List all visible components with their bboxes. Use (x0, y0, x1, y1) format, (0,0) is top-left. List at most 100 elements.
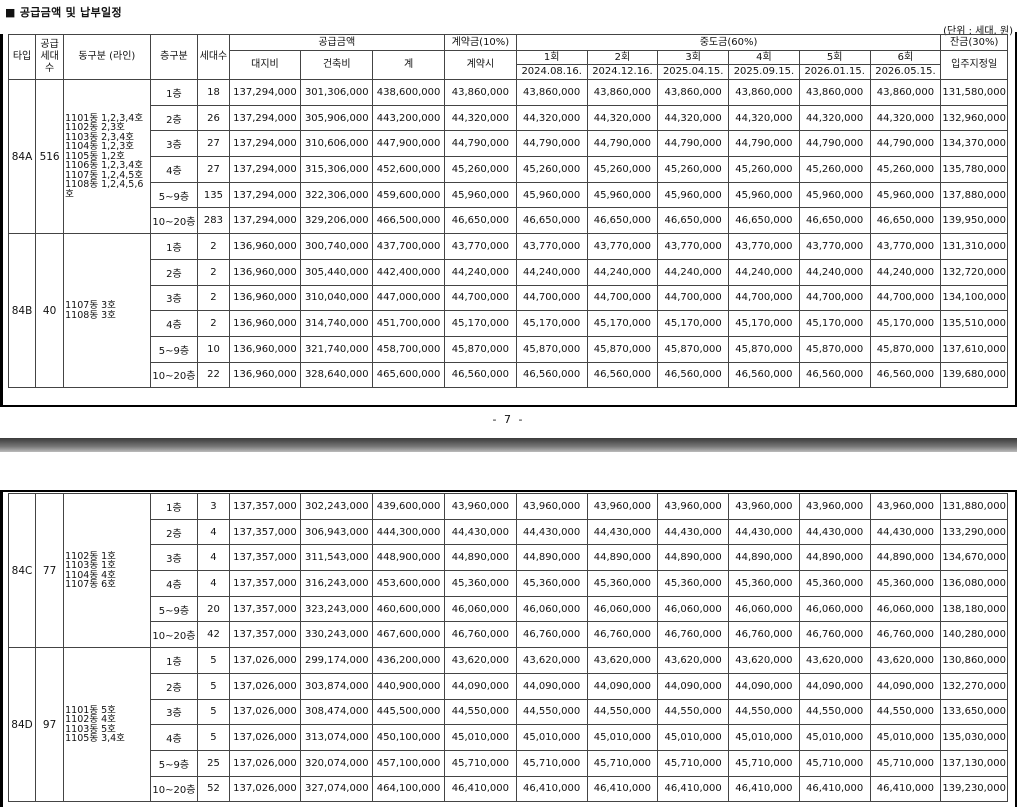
table-row: 4층 2 136,960,000 314,740,000 451,700,000 45,1… (9, 310, 1008, 337)
land-price-cell: 136,960,000 (228, 258, 302, 286)
deposit-cell: 44,790,000 (443, 130, 517, 158)
price-table-page1: 타입 공급 세대수 동구분 (라인) 층구분 세대수 공급금액 계약금(10%) 중도금(60… (7, 34, 1008, 389)
header-middle-date: 2026.01.15. (798, 64, 871, 80)
header-floor: 층구분 (149, 34, 199, 80)
land-price-cell: 137,026,000 (228, 672, 302, 700)
total-price-cell: 437,700,000 (372, 233, 445, 260)
middle-payment-cell: 45,870,000 (515, 335, 588, 363)
middle-payment-cell: 44,430,000 (869, 518, 942, 546)
middle-payment-cell: 46,060,000 (869, 595, 942, 623)
middle-payment-cell: 45,360,000 (728, 570, 800, 597)
floor-cell: 4층 (149, 156, 199, 183)
middle-payment-cell: 44,700,000 (869, 284, 942, 312)
households-cell: 26 (197, 104, 230, 132)
building-price-cell: 327,074,000 (300, 775, 374, 803)
floor-cell: 4층 (149, 724, 199, 751)
middle-payment-cell: 44,430,000 (657, 518, 730, 546)
middle-payment-cell: 45,710,000 (586, 749, 659, 777)
floor-cell: 2층 (149, 104, 199, 132)
header-middle-date: 2024.08.16. (515, 64, 588, 80)
table-row: 5~9층 135 137,294,000 322,306,000 459,600,000… (9, 181, 1008, 209)
floor-cell: 2층 (149, 518, 199, 546)
deposit-cell: 45,360,000 (443, 570, 517, 597)
building-price-cell: 310,040,000 (300, 284, 374, 312)
total-price-cell: 440,900,000 (372, 672, 445, 700)
middle-payment-cell: 45,710,000 (798, 749, 871, 777)
middle-payment-cell: 45,170,000 (657, 310, 730, 337)
households-cell: 2 (197, 284, 230, 312)
page-title: ■ 공급금액 및 납부일정 (5, 6, 122, 19)
header-middle-label: 2회 (586, 50, 659, 65)
households-cell: 20 (197, 595, 230, 623)
land-price-cell: 137,026,000 (228, 724, 302, 751)
deposit-cell: 45,870,000 (443, 335, 517, 363)
total-price-cell: 442,400,000 (372, 258, 445, 286)
middle-payment-cell: 43,960,000 (798, 493, 871, 520)
land-price-cell: 137,357,000 (228, 544, 302, 572)
building-price-cell: 316,243,000 (300, 570, 374, 597)
middle-payment-cell: 46,650,000 (515, 207, 588, 235)
middle-payment-cell: 43,860,000 (515, 79, 588, 106)
middle-payment-cell: 44,090,000 (515, 672, 588, 700)
table-row: 4층 27 137,294,000 315,306,000 452,600,000 45,… (9, 156, 1008, 183)
land-price-cell: 137,357,000 (228, 570, 302, 597)
total-price-cell: 459,600,000 (372, 181, 445, 209)
header-middle-label: 4회 (728, 50, 800, 65)
middle-payment-cell: 44,320,000 (515, 104, 588, 132)
building-price-cell: 310,606,000 (300, 130, 374, 158)
middle-payment-cell: 46,560,000 (728, 361, 800, 389)
middle-payment-cell: 45,960,000 (869, 181, 942, 209)
page-gap (0, 438, 1017, 452)
middle-payment-cell: 46,560,000 (869, 361, 942, 389)
middle-payment-cell: 46,760,000 (728, 621, 800, 649)
middle-payment-cell: 45,360,000 (586, 570, 659, 597)
middle-payment-cell: 45,870,000 (657, 335, 730, 363)
middle-payment-cell: 44,430,000 (798, 518, 871, 546)
middle-payment-cell: 43,620,000 (586, 647, 659, 674)
table-row: 4층 4 137,357,000 316,243,000 453,600,000 45,3… (9, 570, 1008, 597)
middle-payment-cell: 46,410,000 (869, 775, 942, 803)
middle-payment-cell: 44,790,000 (586, 130, 659, 158)
middle-payment-cell: 46,760,000 (869, 621, 942, 649)
total-price-cell: 443,200,000 (372, 104, 445, 132)
floor-cell: 10~20층 (149, 361, 199, 389)
building-price-cell: 313,074,000 (300, 724, 374, 751)
total-price-cell: 467,600,000 (372, 621, 445, 649)
header-middle-label: 3회 (657, 50, 730, 65)
header-middle-label: 5회 (798, 50, 871, 65)
middle-payment-cell: 46,560,000 (586, 361, 659, 389)
total-price-cell: 452,600,000 (372, 156, 445, 183)
table-row: 2층 2 136,960,000 305,440,000 442,400,000 44,2… (9, 258, 1008, 286)
total-price-cell: 464,100,000 (372, 775, 445, 803)
building-price-cell: 321,740,000 (300, 335, 374, 363)
header-middle-date: 2026.05.15. (869, 64, 942, 80)
middle-payment-cell: 44,890,000 (657, 544, 730, 572)
households-cell: 5 (197, 647, 230, 674)
header-middle-label: 6회 (869, 50, 942, 65)
deposit-cell: 44,430,000 (443, 518, 517, 546)
building-price-cell: 329,206,000 (300, 207, 374, 235)
total-price-cell: 458,700,000 (372, 335, 445, 363)
table-row: 3층 2 136,960,000 310,040,000 447,000,000 44,7… (9, 284, 1008, 312)
households-cell: 2 (197, 258, 230, 286)
middle-payment-cell: 46,760,000 (586, 621, 659, 649)
header-middle-date: 2025.09.15. (728, 64, 800, 80)
deposit-cell: 46,410,000 (443, 775, 517, 803)
building-price-cell: 320,074,000 (300, 749, 374, 777)
middle-payment-cell: 45,360,000 (657, 570, 730, 597)
balance-cell: 132,270,000 (940, 672, 1008, 700)
middle-payment-cell: 44,550,000 (515, 698, 588, 726)
middle-payment-cell: 45,260,000 (657, 156, 730, 183)
supply-count-cell: 77 (35, 492, 65, 649)
type-cell: 84C (7, 492, 37, 649)
households-cell: 135 (197, 181, 230, 209)
dong-line-item: 1107동 6호 (65, 579, 116, 591)
floor-cell: 10~20층 (149, 621, 199, 649)
middle-payment-cell: 45,010,000 (798, 724, 871, 751)
middle-payment-cell: 45,870,000 (798, 335, 871, 363)
balance-cell: 139,950,000 (940, 207, 1008, 235)
balance-cell: 132,960,000 (940, 104, 1008, 132)
deposit-cell: 44,890,000 (443, 544, 517, 572)
land-price-cell: 136,960,000 (228, 335, 302, 363)
balance-cell: 131,310,000 (940, 233, 1008, 260)
